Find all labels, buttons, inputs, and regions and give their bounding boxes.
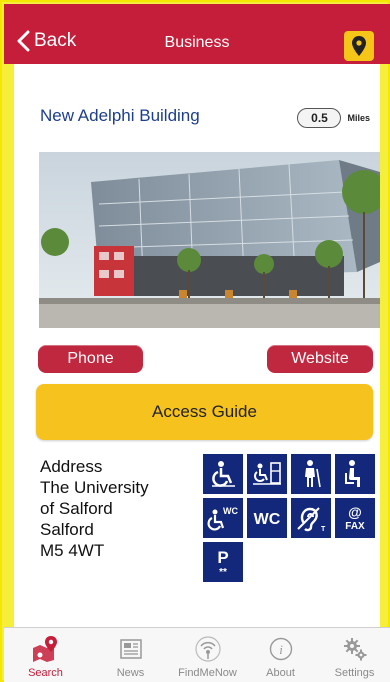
business-detail: New Adelphi Building 0.5 Miles Phone Web… xyxy=(14,64,380,627)
address-line: M5 4WT xyxy=(40,541,105,560)
tab-news-label: News xyxy=(116,667,145,679)
svg-text:i: i xyxy=(279,642,283,657)
tab-settings[interactable]: Settings xyxy=(316,628,390,682)
hearing-loop-icon: T xyxy=(291,498,331,538)
venue-name: New Adelphi Building xyxy=(40,106,200,125)
parking-letter: P xyxy=(217,548,228,567)
app-frame: Back Business New Adelphi Building 0.5 M… xyxy=(0,0,390,682)
tab-search[interactable]: Search xyxy=(7,628,84,682)
accessible-wc-icon: WC xyxy=(203,498,243,538)
email-symbol: @ xyxy=(348,504,362,520)
tab-news[interactable]: News xyxy=(92,628,169,682)
address-heading: Address xyxy=(40,457,103,476)
distance-indicator: 0.5 Miles xyxy=(297,108,370,128)
page-title: Business xyxy=(164,34,230,51)
tab-bar: Search News FindMeNow i About Settings xyxy=(4,627,390,682)
venue-photo xyxy=(39,152,380,328)
tab-search-label: Search xyxy=(28,667,63,679)
fax-label: FAX xyxy=(345,521,365,532)
info-icon: i xyxy=(269,636,293,662)
tab-findmenow[interactable]: FindMeNow xyxy=(169,628,246,682)
gear-icon xyxy=(342,636,368,662)
address-line: of Salford xyxy=(40,499,113,518)
tab-findmenow-label: FindMeNow xyxy=(178,667,237,679)
accessible-wc-text: WC xyxy=(223,506,238,516)
seated-person-icon xyxy=(335,454,375,494)
wc-text: WC xyxy=(254,511,281,528)
distance-value: 0.5 xyxy=(297,108,342,128)
tab-settings-label: Settings xyxy=(334,667,375,679)
map-pin-button[interactable] xyxy=(344,31,374,61)
map-pin-icon xyxy=(352,36,366,56)
signal-locate-icon xyxy=(194,636,221,662)
search-map-icon xyxy=(31,636,61,662)
parking-stars: ** xyxy=(219,567,227,578)
tab-about[interactable]: i About xyxy=(242,628,319,682)
wc-icon: WC xyxy=(247,498,287,538)
phone-button[interactable]: Phone xyxy=(38,345,143,373)
standing-person-icon xyxy=(291,454,331,494)
address-line: The University xyxy=(40,478,149,497)
parking-icon: P ** xyxy=(203,542,243,582)
tab-about-label: About xyxy=(266,667,295,679)
address-block: Address The University of Salford Salfor… xyxy=(40,456,149,561)
access-guide-button[interactable]: Access Guide xyxy=(36,384,373,440)
newspaper-icon xyxy=(119,636,143,662)
address-line: Salford xyxy=(40,520,94,539)
distance-unit: Miles xyxy=(347,113,370,123)
website-button[interactable]: Website xyxy=(267,345,373,373)
email-fax-icon: @ FAX xyxy=(335,498,375,538)
wheelchair-access-icon xyxy=(203,454,243,494)
nav-bar: Back Business xyxy=(4,4,390,64)
hearing-loop-text: T xyxy=(321,526,326,533)
wheelchair-lift-icon xyxy=(247,454,287,494)
